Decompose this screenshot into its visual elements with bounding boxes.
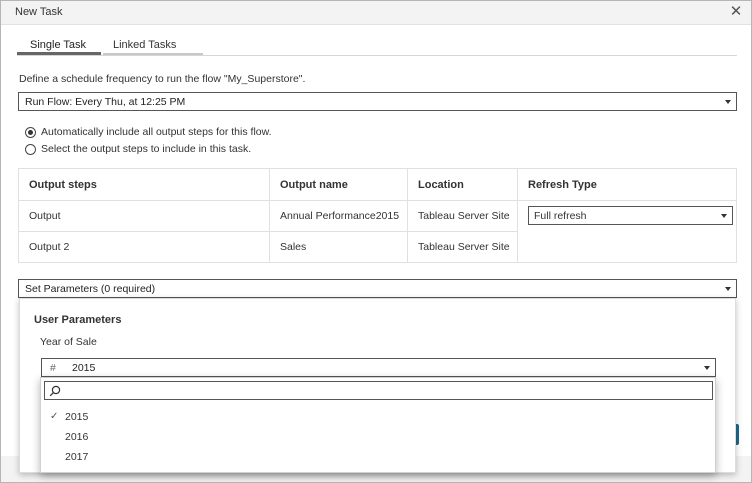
header-output-name: Output name xyxy=(269,168,408,201)
option-label: 2016 xyxy=(65,431,89,443)
close-icon[interactable]: ✕ xyxy=(727,3,745,21)
number-type-icon: # xyxy=(50,362,56,374)
new-task-dialog: New Task ✕ Single Task Linked Tasks Defi… xyxy=(0,0,752,483)
schedule-select[interactable]: Run Flow: Every Thu, at 12:25 PM xyxy=(18,92,737,111)
cell-output-name: Sales xyxy=(269,231,408,263)
dialog-titlebar: New Task ✕ xyxy=(1,1,751,25)
chevron-down-icon xyxy=(725,287,731,291)
option-2017[interactable]: 2017 xyxy=(41,448,715,468)
refresh-type-select[interactable]: Full refresh xyxy=(528,206,733,225)
task-tabs: Single Task Linked Tasks xyxy=(17,37,737,56)
schedule-description: Define a schedule frequency to run the f… xyxy=(19,73,306,85)
inactive-tab-indicator xyxy=(103,53,203,55)
set-parameters-label: Set Parameters (0 required) xyxy=(25,283,156,295)
active-tab-indicator xyxy=(17,52,101,55)
option-2015[interactable]: ✓ 2015 xyxy=(41,408,715,428)
header-output-steps: Output steps xyxy=(18,168,270,201)
header-location: Location xyxy=(407,168,518,201)
user-parameters-title: User Parameters xyxy=(34,314,122,326)
header-refresh-type: Refresh Type xyxy=(517,168,737,201)
option-search-input[interactable] xyxy=(44,381,713,400)
year-of-sale-label: Year of Sale xyxy=(40,336,97,348)
cell-output-step: Output xyxy=(18,200,270,232)
radio-button[interactable] xyxy=(25,144,36,155)
checkmark-icon: ✓ xyxy=(50,411,59,422)
cell-location: Tableau Server Site xyxy=(407,231,518,263)
schedule-select-value: Run Flow: Every Thu, at 12:25 PM xyxy=(25,96,186,108)
chevron-down-icon xyxy=(725,100,731,104)
cell-location: Tableau Server Site xyxy=(407,200,518,232)
year-of-sale-value: 2015 xyxy=(72,362,96,374)
year-of-sale-select[interactable]: # 2015 xyxy=(41,358,716,377)
option-label: 2015 xyxy=(65,411,89,423)
chevron-down-icon xyxy=(704,366,710,370)
option-2016[interactable]: 2016 xyxy=(41,428,715,448)
year-options-dropdown: ✓ 2015 2016 2017 xyxy=(40,377,716,473)
refresh-type-value: Full refresh xyxy=(534,210,587,222)
radio-button-checked[interactable] xyxy=(25,127,36,138)
output-steps-table: Output steps Output name Location Refres… xyxy=(18,168,737,263)
cell-output-name: Annual Performance2015 xyxy=(269,200,408,232)
table-header-row: Output steps Output name Location Refres… xyxy=(18,168,737,201)
cell-refresh-type: Full refresh xyxy=(517,200,737,263)
option-label: 2017 xyxy=(65,451,89,463)
search-icon xyxy=(49,385,61,397)
dialog-title: New Task xyxy=(15,6,63,18)
table-row: Output Annual Performance2015 Tableau Se… xyxy=(18,200,737,263)
set-parameters-select[interactable]: Set Parameters (0 required) xyxy=(18,279,737,298)
radio-auto-include-label: Automatically include all output steps f… xyxy=(41,126,272,138)
chevron-down-icon xyxy=(721,214,727,218)
cell-output-step: Output 2 xyxy=(18,231,270,263)
radio-select-steps-label: Select the output steps to include in th… xyxy=(41,143,252,155)
